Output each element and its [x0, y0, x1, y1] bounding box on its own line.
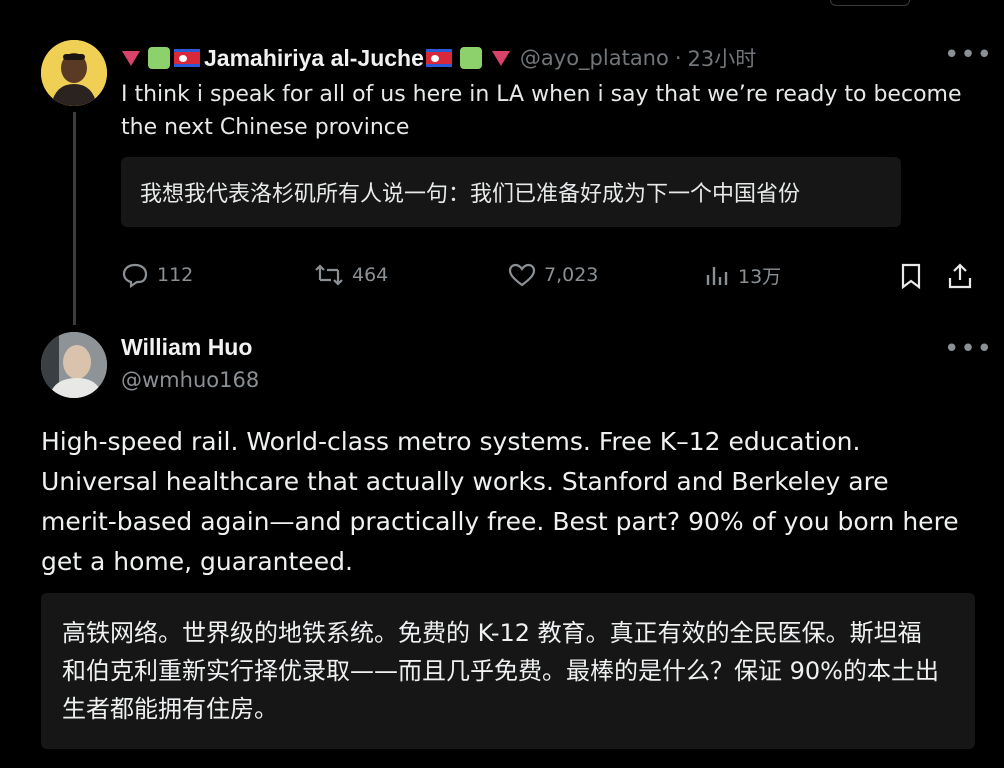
flag-icon — [174, 49, 200, 67]
retweet-icon — [315, 264, 343, 286]
views-button[interactable]: 13万 — [704, 262, 781, 289]
red-triangle-emoji-icon — [491, 50, 510, 66]
top-scroll-indicator — [830, 0, 910, 6]
green-square-emoji-icon — [148, 47, 170, 69]
green-square-emoji-icon — [459, 47, 482, 69]
reply-icon — [122, 263, 148, 288]
heart-icon — [508, 263, 536, 287]
action-bar: 112 464 7,023 13万 — [0, 262, 1004, 294]
more-options-icon[interactable]: ••• — [944, 334, 993, 364]
parent-translation-text: 我想我代表洛杉矶所有人说一句：我们已准备好成为下一个中国省份 — [140, 182, 801, 207]
share-icon — [948, 263, 972, 289]
reply-handle[interactable]: @wmhuo168 — [121, 368, 259, 392]
reply-button[interactable]: 112 — [121, 262, 193, 288]
avatar[interactable] — [41, 332, 107, 398]
parent-timestamp[interactable]: 23小时 — [688, 43, 757, 73]
flag-icon — [425, 49, 452, 67]
more-options-icon[interactable]: ••• — [944, 40, 993, 70]
like-button[interactable]: 7,023 — [508, 262, 598, 288]
parent-author-row[interactable]: Jamahiriya al-Juche @ayo_platano · 23小时 — [122, 42, 756, 74]
parent-tweet-text: I think i speak for all of us here in LA… — [121, 82, 962, 140]
red-triangle-emoji-icon — [122, 50, 140, 66]
reply-tweet-text: High-speed rail. World-class metro syste… — [41, 427, 959, 576]
share-button[interactable] — [946, 262, 982, 290]
bookmark-icon — [901, 263, 921, 290]
views-chart-icon — [706, 266, 728, 285]
meta-separator: · — [674, 46, 682, 70]
retweet-count: 464 — [352, 264, 389, 286]
views-count: 13万 — [738, 266, 782, 288]
bookmark-button[interactable] — [899, 262, 931, 290]
parent-display-name[interactable]: Jamahiriya al-Juche — [204, 45, 424, 72]
reply-translation-text: 高铁网络。世界级的地铁系统。免费的 K-12 教育。真正有效的全民医保。斯坦福和… — [62, 619, 939, 723]
avatar[interactable] — [41, 40, 107, 106]
like-count: 7,023 — [544, 264, 599, 286]
parent-handle[interactable]: @ayo_platano — [520, 46, 669, 70]
retweet-button[interactable]: 464 — [314, 262, 388, 288]
reply-count: 112 — [157, 264, 194, 286]
reply-display-name[interactable]: William Huo — [121, 334, 252, 361]
